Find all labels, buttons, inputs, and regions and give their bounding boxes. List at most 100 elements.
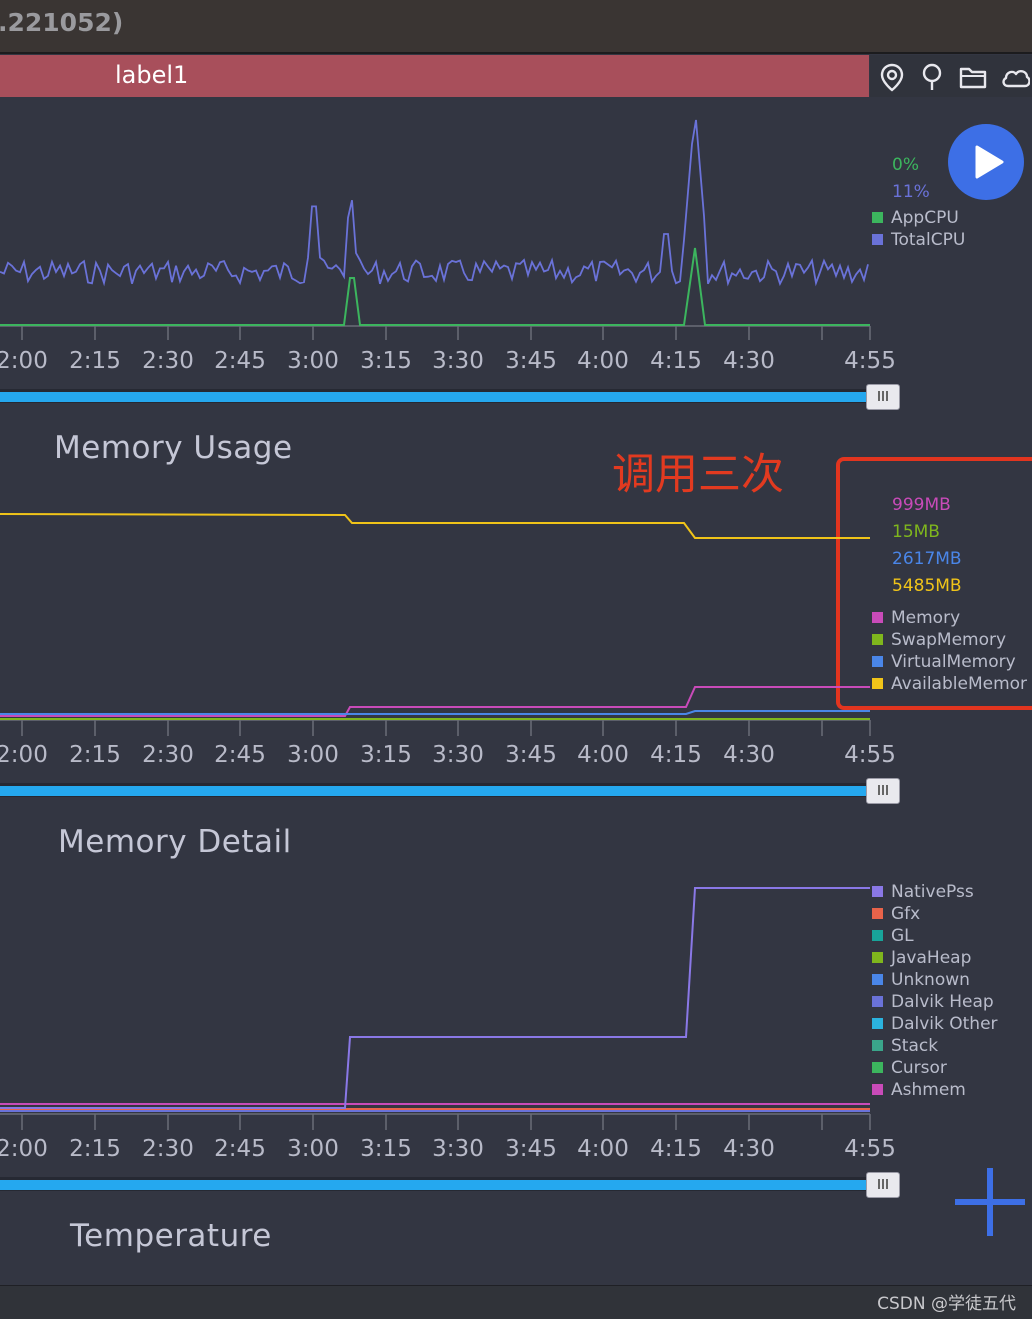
axis-tick-label: 4:30 bbox=[723, 1136, 775, 1162]
legend-swatch bbox=[872, 234, 883, 245]
axis-tick-label: 4:00 bbox=[577, 1136, 629, 1162]
axis-tick-label: 4:30 bbox=[723, 348, 775, 374]
legend-swatch bbox=[872, 1040, 883, 1051]
legend-gfx: Gfx bbox=[872, 904, 920, 924]
swap-memory-value: 15MB bbox=[892, 522, 940, 542]
legend-label: Dalvik Other bbox=[891, 1014, 998, 1034]
axis-tick-label: 3:00 bbox=[287, 348, 339, 374]
app-cpu-series-line bbox=[0, 247, 870, 326]
axis-tick-label: 2:45 bbox=[214, 1136, 266, 1162]
axis-tick-label: 3:45 bbox=[505, 1136, 557, 1162]
legend-nativepss: NativePss bbox=[872, 882, 974, 902]
legend-label: GL bbox=[891, 926, 914, 946]
memory-usage-scroll-handle[interactable] bbox=[866, 778, 900, 804]
axis-tick-label: 3:30 bbox=[432, 348, 484, 374]
legend-label: Ashmem bbox=[891, 1080, 966, 1100]
axis-tick-label: 4:55 bbox=[844, 1136, 896, 1162]
legend-dalvik-other: Dalvik Other bbox=[872, 1014, 998, 1034]
axis-tick-label: 3:00 bbox=[287, 742, 339, 768]
memory-value: 999MB bbox=[892, 495, 951, 515]
memory-detail-title: Memory Detail bbox=[58, 824, 292, 860]
cpu-series-legend: AppCPU TotalCPU bbox=[872, 208, 1032, 258]
legend-stack: Stack bbox=[872, 1036, 938, 1056]
virtual-memory-series-line bbox=[0, 710, 870, 715]
axis-tick-label: 2:30 bbox=[142, 348, 194, 374]
legend-label: JavaHeap bbox=[891, 948, 972, 968]
legend-swatch bbox=[872, 974, 883, 985]
memory-usage-values: 999MB 15MB 2617MB 5485MB bbox=[892, 495, 1032, 605]
cpu-scroll-handle[interactable] bbox=[866, 384, 900, 410]
memory-detail-scroll-handle[interactable] bbox=[866, 1172, 900, 1198]
axis-tick-label: 3:45 bbox=[505, 742, 557, 768]
axis-tick-label: 4:00 bbox=[577, 348, 629, 374]
window-title-bar: .221052) bbox=[0, 0, 1032, 54]
axis-tick-label: 4:55 bbox=[844, 348, 896, 374]
toolbar bbox=[870, 55, 1032, 97]
label-bar-text: label1 bbox=[115, 61, 189, 89]
legend-app-cpu: AppCPU bbox=[891, 208, 959, 228]
legend-swatch bbox=[872, 886, 883, 897]
cpu-chart bbox=[0, 119, 871, 340]
legend-swatch bbox=[872, 908, 883, 919]
legend-unknown: Unknown bbox=[872, 970, 970, 990]
axis-tick-label: 3:00 bbox=[287, 1136, 339, 1162]
cpu-time-axis: 2:00 2:15 2:30 2:45 3:00 3:15 3:30 3:45 4:00 4:15… bbox=[0, 348, 900, 378]
label-bar[interactable]: label1 bbox=[0, 55, 869, 97]
add-icon[interactable] bbox=[955, 1168, 1025, 1236]
legend-memory: Memory bbox=[891, 608, 961, 628]
axis-tick-label: 4:15 bbox=[650, 742, 702, 768]
legend-swap-memory: SwapMemory bbox=[891, 630, 1007, 650]
legend-label: Dalvik Heap bbox=[891, 992, 994, 1012]
memory-usage-legend: Memory SwapMemory VirtualMemory Availabl… bbox=[872, 608, 1032, 700]
cpu-timeline-scrollbar[interactable] bbox=[0, 389, 869, 403]
legend-javaheap: JavaHeap bbox=[872, 948, 971, 968]
axis-tick-label: 3:30 bbox=[432, 742, 484, 768]
axis-tick-label: 4:15 bbox=[650, 348, 702, 374]
legend-gl: GL bbox=[872, 926, 914, 946]
memory-detail-chart bbox=[0, 887, 871, 1130]
axis-tick-label: 4:55 bbox=[844, 742, 896, 768]
memory-usage-chart bbox=[0, 513, 871, 736]
memory-usage-time-axis: 2:00 2:15 2:30 2:45 3:00 3:15 3:30 3:45 4:00 4:15… bbox=[0, 742, 900, 772]
memory-usage-timeline-scrollbar[interactable] bbox=[0, 783, 869, 797]
legend-total-cpu: TotalCPU bbox=[891, 230, 966, 250]
folder-icon[interactable] bbox=[958, 62, 988, 92]
legend-swatch bbox=[872, 1018, 883, 1029]
memory-detail-time-axis: 2:00 2:15 2:30 2:45 3:00 3:15 3:30 3:45 4:00 4:15… bbox=[0, 1136, 900, 1166]
legend-swatch bbox=[872, 212, 883, 223]
native-pss-series-line bbox=[0, 887, 870, 1109]
location-marker-icon[interactable] bbox=[917, 62, 947, 92]
memory-detail-legend: NativePss Gfx GL JavaHeap Unknown Dalvik Heap… bbox=[872, 882, 1032, 1107]
legend-available-memory: AvailableMemor bbox=[891, 674, 1028, 694]
legend-swatch bbox=[872, 930, 883, 941]
legend-swatch bbox=[872, 656, 883, 667]
total-cpu-series-line bbox=[0, 119, 869, 287]
memory-detail-timeline-scrollbar[interactable] bbox=[0, 1177, 869, 1191]
axis-tick-label: 2:15 bbox=[69, 1136, 121, 1162]
map-pin-icon[interactable] bbox=[877, 62, 907, 92]
cloud-icon[interactable] bbox=[1000, 62, 1030, 92]
axis-tick-label: 3:15 bbox=[360, 348, 412, 374]
legend-label: Gfx bbox=[891, 904, 921, 924]
legend-swatch bbox=[872, 1062, 883, 1073]
axis-tick-label: 2:00 bbox=[0, 1136, 48, 1162]
legend-swatch bbox=[872, 996, 883, 1007]
axis-tick-label: 3:15 bbox=[360, 1136, 412, 1162]
virtual-memory-value: 2617MB bbox=[892, 549, 962, 569]
legend-swatch bbox=[872, 952, 883, 963]
axis-tick-label: 2:00 bbox=[0, 742, 48, 768]
axis-tick-label: 4:00 bbox=[577, 742, 629, 768]
axis-tick-label: 2:45 bbox=[214, 348, 266, 374]
axis-tick-label: 2:00 bbox=[0, 348, 48, 374]
memory-usage-title: Memory Usage bbox=[54, 430, 293, 466]
legend-swatch bbox=[872, 612, 883, 623]
legend-dalvik-heap: Dalvik Heap bbox=[872, 992, 994, 1012]
available-memory-series-line bbox=[0, 513, 870, 539]
watermark: CSDN @学徒五代 bbox=[877, 1294, 1016, 1314]
axis-tick-label: 2:45 bbox=[214, 742, 266, 768]
legend-swatch bbox=[872, 634, 883, 645]
footer-bar: CSDN @学徒五代 bbox=[0, 1285, 1032, 1319]
legend-label: Cursor bbox=[891, 1058, 947, 1078]
legend-ashmem: Ashmem bbox=[872, 1080, 966, 1100]
app-cpu-value: 0% bbox=[892, 155, 919, 175]
